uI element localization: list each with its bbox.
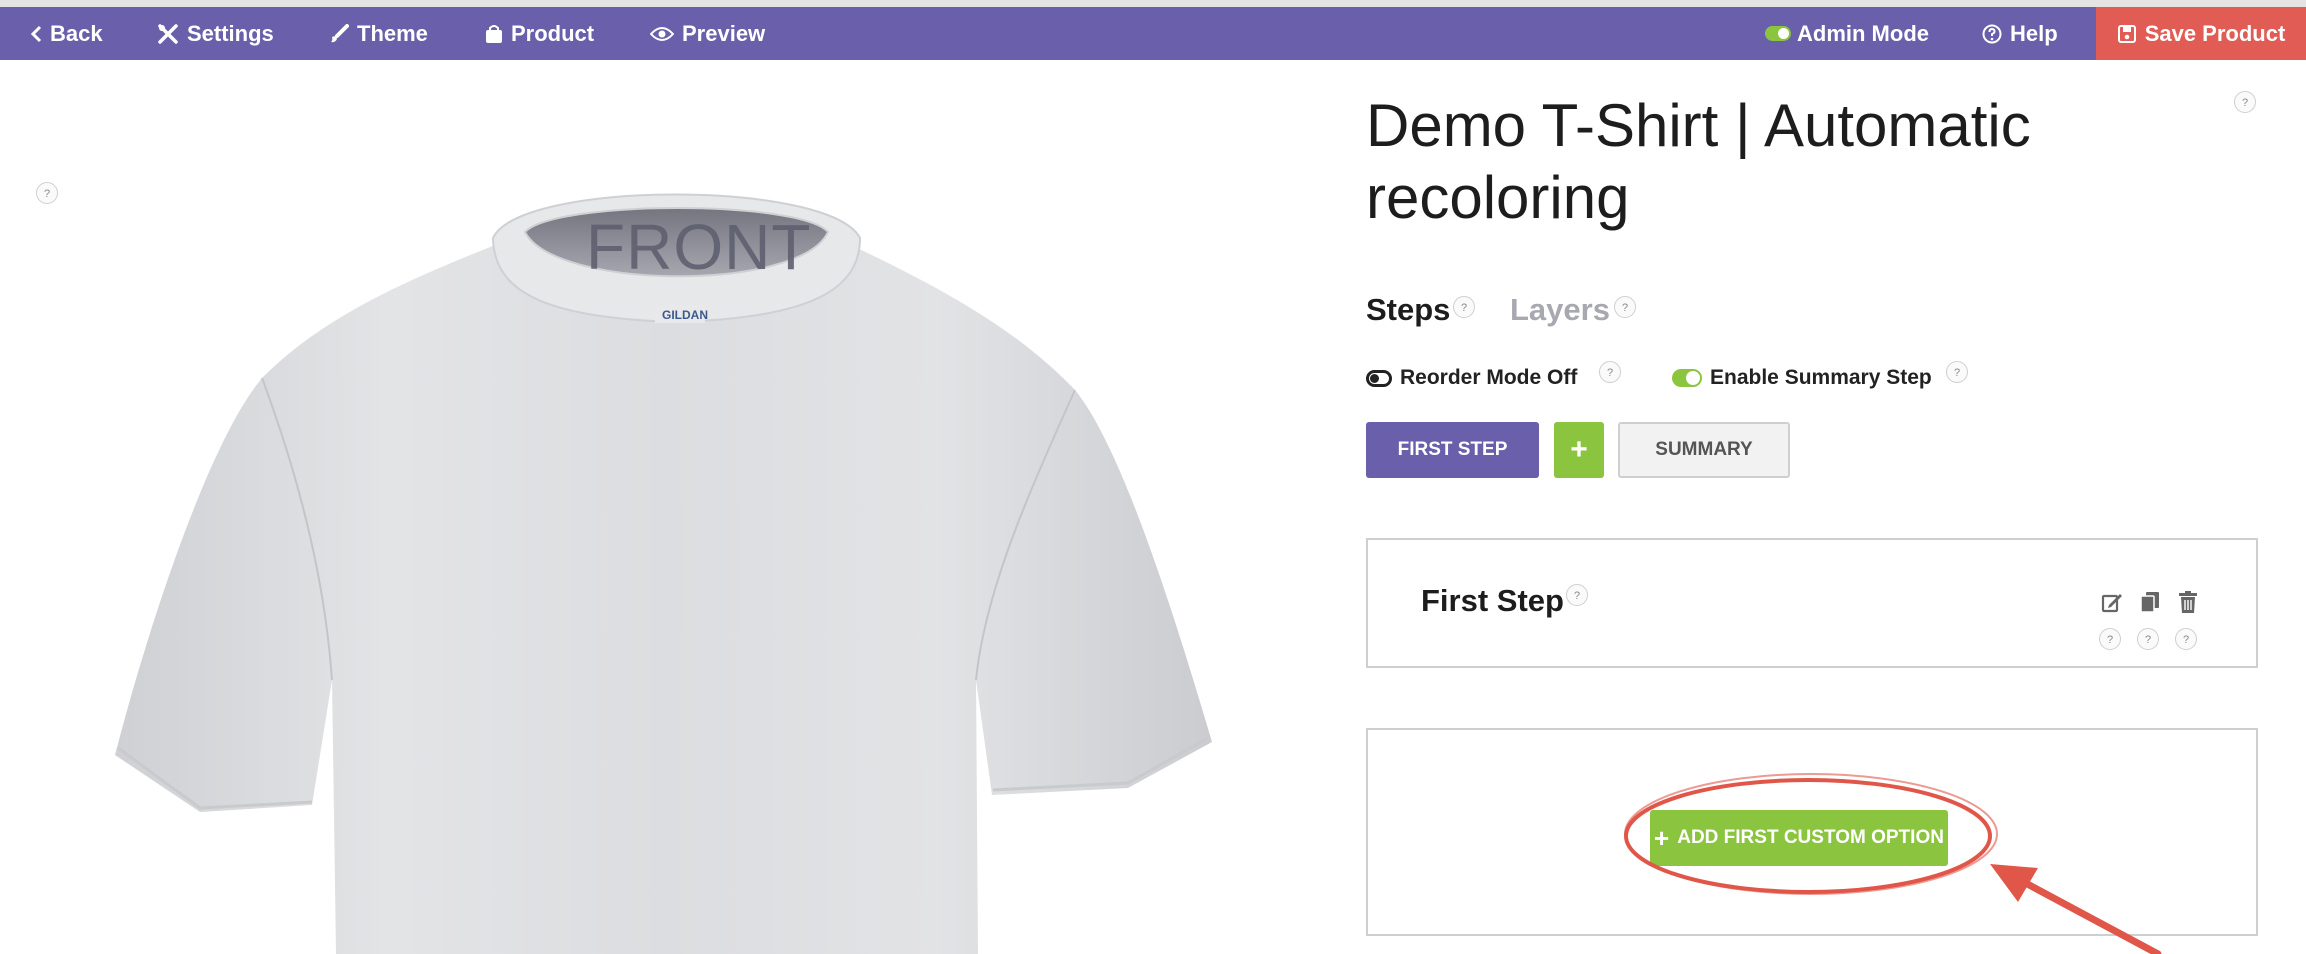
help-icon[interactable]: ? bbox=[1599, 361, 1621, 383]
settings-button[interactable]: Settings bbox=[157, 7, 274, 60]
admin-mode-label: Admin Mode bbox=[1797, 20, 1929, 46]
tab-steps[interactable]: Steps bbox=[1366, 292, 1450, 328]
help-icon[interactable]: ? bbox=[2175, 628, 2197, 650]
toggle-off-icon bbox=[1366, 369, 1392, 387]
plus-icon: + bbox=[1654, 822, 1670, 853]
help-icon bbox=[1982, 24, 2002, 43]
help-icon[interactable]: ? bbox=[1566, 584, 1588, 606]
help-icon[interactable]: ? bbox=[36, 182, 58, 204]
help-icon[interactable]: ? bbox=[1946, 361, 1968, 383]
tshirt-image: GILDAN bbox=[115, 193, 1212, 954]
tools-icon bbox=[158, 23, 178, 44]
trash-icon[interactable] bbox=[2176, 590, 2200, 614]
save-product-button[interactable]: Save Product bbox=[2096, 7, 2306, 60]
add-first-custom-option-button[interactable]: + ADD FIRST CUSTOM OPTION bbox=[1650, 810, 1948, 866]
product-button[interactable]: Product bbox=[485, 7, 594, 60]
toggle-on-icon bbox=[1765, 26, 1791, 41]
summary-step-button[interactable]: SUMMARY bbox=[1618, 422, 1790, 478]
product-title: Demo T-Shirt | Automatic recoloring bbox=[1366, 92, 2031, 231]
save-icon bbox=[2117, 24, 2136, 43]
brush-icon bbox=[331, 23, 349, 42]
step-title: First Step bbox=[1421, 583, 1564, 618]
preview-label: Preview bbox=[682, 20, 766, 46]
admin-mode-toggle[interactable]: Admin Mode bbox=[1765, 7, 1929, 60]
bag-icon bbox=[486, 24, 502, 43]
save-label: Save Product bbox=[2144, 20, 2286, 46]
edit-icon[interactable] bbox=[2100, 590, 2124, 614]
back-button[interactable]: Back bbox=[30, 7, 103, 60]
reorder-mode-switch[interactable]: Reorder Mode Off bbox=[1366, 366, 1577, 390]
help-icon[interactable]: ? bbox=[1453, 296, 1475, 318]
first-step-button[interactable]: FIRST STEP bbox=[1366, 422, 1539, 478]
eye-icon bbox=[650, 26, 674, 41]
settings-label: Settings bbox=[187, 20, 274, 46]
duplicate-icon[interactable] bbox=[2138, 590, 2162, 614]
theme-label: Theme bbox=[357, 20, 428, 46]
product-label: Product bbox=[511, 20, 595, 46]
add-option-label: ADD FIRST CUSTOM OPTION bbox=[1677, 827, 1944, 848]
help-icon[interactable]: ? bbox=[2137, 628, 2159, 650]
product-preview: GILDAN FRONT bbox=[0, 60, 1340, 954]
top-navbar: Back Settings Theme Product Preview Admi… bbox=[0, 7, 2306, 60]
tab-layers[interactable]: Layers bbox=[1510, 292, 1610, 328]
chevron-left-icon bbox=[30, 25, 42, 42]
help-label: Help bbox=[2010, 20, 2058, 46]
theme-button[interactable]: Theme bbox=[329, 7, 428, 60]
top-border bbox=[0, 0, 2306, 7]
summary-step-label: Enable Summary Step bbox=[1710, 366, 1932, 389]
help-icon[interactable]: ? bbox=[2234, 91, 2256, 113]
summary-step-switch[interactable]: Enable Summary Step bbox=[1672, 366, 1932, 390]
toggle-on-icon bbox=[1672, 369, 1702, 387]
reorder-mode-label: Reorder Mode Off bbox=[1400, 366, 1578, 389]
add-step-button[interactable]: + bbox=[1554, 422, 1604, 478]
collar-tag-text: GILDAN bbox=[662, 308, 708, 322]
help-button[interactable]: Help bbox=[1982, 7, 2058, 60]
view-label: FRONT bbox=[586, 211, 812, 283]
help-icon[interactable]: ? bbox=[1614, 296, 1636, 318]
help-icon[interactable]: ? bbox=[2099, 628, 2121, 650]
back-label: Back bbox=[50, 20, 103, 46]
preview-button[interactable]: Preview bbox=[650, 7, 765, 60]
